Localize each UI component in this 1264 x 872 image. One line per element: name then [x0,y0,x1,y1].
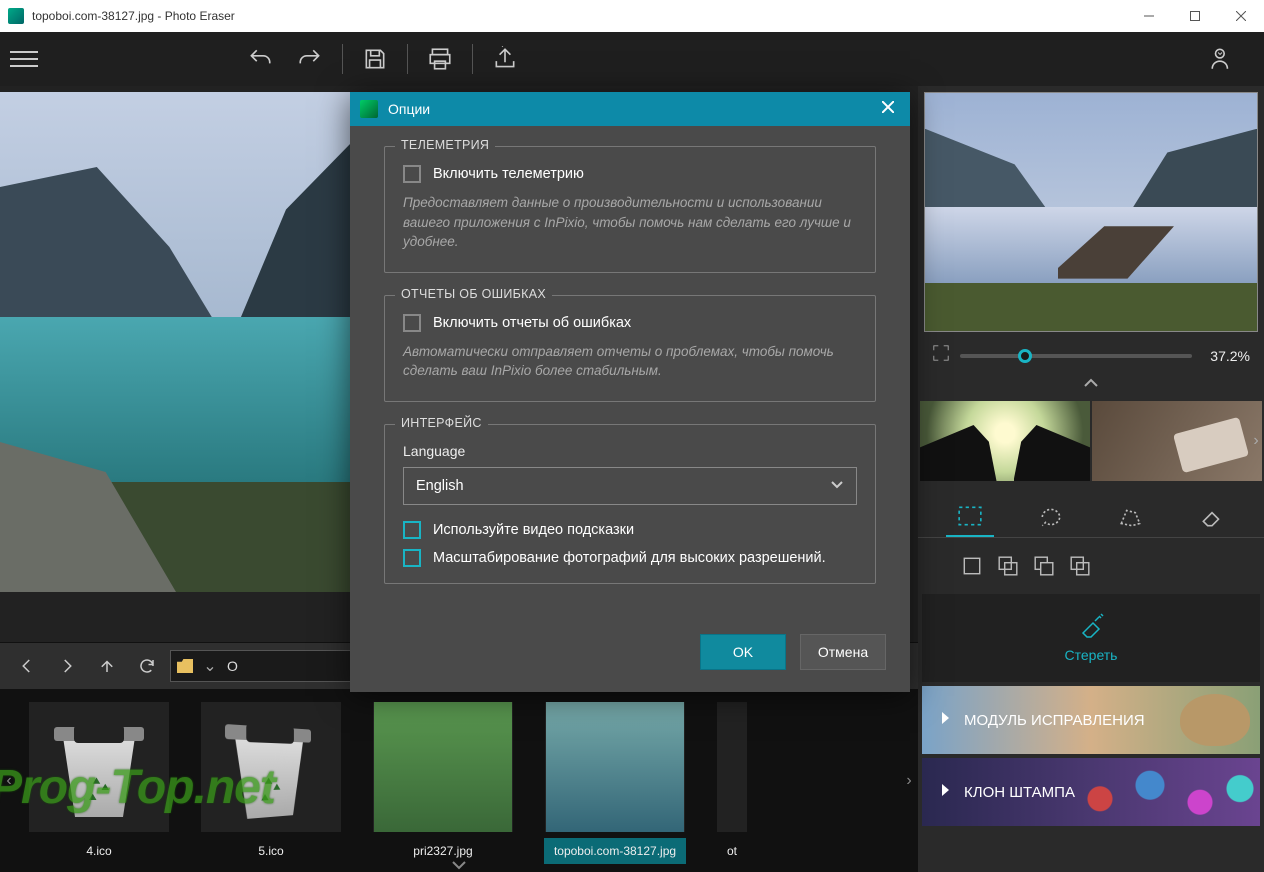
tool-lasso[interactable] [1027,497,1075,537]
redo-button[interactable] [288,37,332,81]
language-select[interactable]: English [403,467,857,505]
dialog-app-icon [360,100,378,118]
thumbnail-label: topoboi.com-38127.jpg [554,844,676,858]
thumbnail-label: pri2327.jpg [413,844,472,858]
thumbnail-label: ot [727,844,737,858]
tool-eraser[interactable] [1188,497,1236,537]
nav-refresh-button[interactable] [130,649,164,683]
group-legend: ИНТЕРФЕЙС [395,416,488,430]
options-dialog: Опции ТЕЛЕМЕТРИЯ Включить телеметрию Пре… [350,92,910,692]
thumbnail-label: 4.ico [86,844,111,858]
menu-button[interactable] [10,51,38,67]
right-panel: 37.2% › Стереть МОДУЛЬ ИСПРАВЛЕНИЯ [918,86,1264,872]
account-button[interactable] [1200,37,1244,81]
window-minimize-button[interactable] [1126,0,1172,32]
thumbnail-label: 5.ico [258,844,283,858]
mode-subtract[interactable] [1030,552,1058,580]
telemetry-checkbox-label: Включить телеметрию [433,166,584,182]
mode-new[interactable] [958,552,986,580]
zoom-percent: 37.2% [1202,348,1250,364]
examples-next-button[interactable]: › [1248,401,1264,481]
mode-add[interactable] [994,552,1022,580]
preview-thumbnail[interactable] [924,92,1258,332]
example-preset[interactable] [920,401,1090,481]
filmstrip-collapse-button[interactable] [0,858,918,872]
video-hints-label: Используйте видео подсказки [433,522,634,538]
group-legend: ОТЧЕТЫ ОБ ОШИБКАХ [395,287,552,301]
erase-label: Стереть [1065,647,1118,663]
cancel-button[interactable]: Отмена [800,634,886,670]
hires-scaling-checkbox[interactable] [403,549,421,567]
tool-polygon[interactable] [1107,497,1155,537]
video-hints-checkbox[interactable] [403,521,421,539]
watermark: Prog-Top.net [0,760,275,815]
nav-up-button[interactable] [90,649,124,683]
interface-group: ИНТЕРФЕЙС Language English Используйте в… [384,424,876,584]
fit-to-screen-button[interactable] [932,344,950,367]
expand-icon [940,711,950,730]
app-icon [8,8,24,24]
dialog-titlebar[interactable]: Опции [350,92,910,126]
zoom-slider[interactable] [960,354,1192,358]
example-presets-row: › [920,401,1262,481]
telemetry-description: Предоставляет данные о производительност… [403,193,857,252]
telemetry-group: ТЕЛЕМЕТРИЯ Включить телеметрию Предостав… [384,146,876,273]
ok-button[interactable]: OK [700,634,786,670]
print-button[interactable] [418,37,462,81]
chevron-down-icon [830,478,844,494]
nav-forward-button[interactable] [50,649,84,683]
window-titlebar: topoboi.com-38127.jpg - Photo Eraser [0,0,1264,32]
dialog-close-button[interactable] [876,100,900,118]
undo-button[interactable] [238,37,282,81]
selection-mode-row [918,538,1264,594]
tool-tabs [918,485,1264,538]
thumbnail[interactable]: ot [712,702,752,872]
filmstrip-next-button[interactable]: › [900,690,918,872]
main-toolbar [0,32,1264,86]
module-label: МОДУЛЬ ИСПРАВЛЕНИЯ [964,712,1145,729]
telemetry-checkbox[interactable] [403,165,421,183]
folder-icon [177,659,193,673]
thumbnail[interactable]: pri2327.jpg [368,702,518,872]
window-title: topoboi.com-38127.jpg - Photo Eraser [32,9,1126,23]
erase-action[interactable]: Стереть [922,594,1260,682]
language-label: Language [403,443,857,459]
module-label: КЛОН ШТАМПА [964,784,1075,801]
example-preset[interactable] [1092,401,1262,481]
thumbnail-selected[interactable]: topoboi.com-38127.jpg [540,702,690,872]
save-button[interactable] [353,37,397,81]
path-text: O [227,658,238,674]
expand-icon [940,783,950,802]
error-reports-checkbox[interactable] [403,314,421,332]
share-button[interactable] [483,37,527,81]
nav-back-button[interactable] [10,649,44,683]
group-legend: ТЕЛЕМЕТРИЯ [395,138,495,152]
module-correction[interactable]: МОДУЛЬ ИСПРАВЛЕНИЯ [922,686,1260,754]
panel-collapse-button[interactable] [918,373,1264,401]
window-close-button[interactable] [1218,0,1264,32]
module-clone-stamp[interactable]: КЛОН ШТАМПА [922,758,1260,826]
dialog-title: Опции [388,101,866,117]
window-maximize-button[interactable] [1172,0,1218,32]
mode-intersect[interactable] [1066,552,1094,580]
language-value: English [416,478,464,494]
error-reports-checkbox-label: Включить отчеты об ошибках [433,315,631,331]
path-dropdown-icon[interactable]: ⌄ [201,656,219,676]
hires-scaling-label: Масштабирование фотографий для высоких р… [433,550,826,566]
error-reports-description: Автоматически отправляет отчеты о пробле… [403,342,857,381]
tool-marquee[interactable] [946,497,994,537]
error-reports-group: ОТЧЕТЫ ОБ ОШИБКАХ Включить отчеты об оши… [384,295,876,402]
